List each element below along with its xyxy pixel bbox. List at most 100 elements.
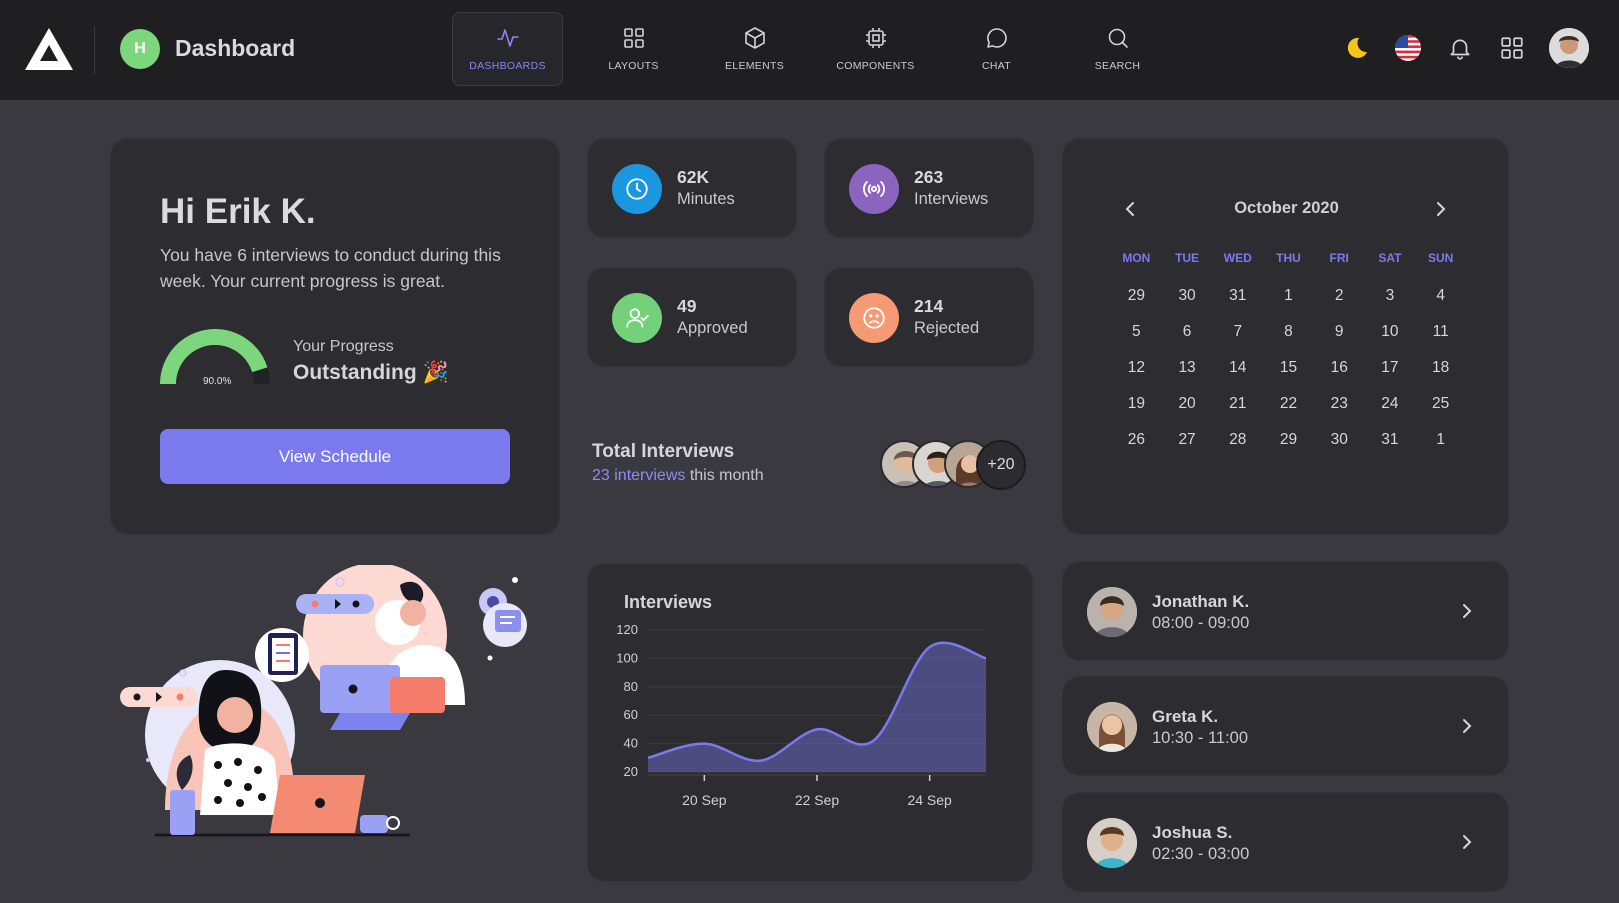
interviews-count-link[interactable]: 23 interviews <box>592 467 685 484</box>
calendar-day[interactable]: 27 <box>1162 423 1213 459</box>
user-photo <box>1549 28 1589 68</box>
calendar-day[interactable]: 19 <box>1111 387 1162 423</box>
calendar-day[interactable]: 7 <box>1212 315 1263 351</box>
page-title: Dashboard <box>175 35 296 61</box>
calendar-day[interactable]: 23 <box>1314 387 1365 423</box>
workspace-avatar[interactable]: H <box>120 29 160 69</box>
notifications-button[interactable] <box>1445 33 1475 63</box>
calendar-day[interactable]: 28 <box>1212 423 1263 459</box>
calendar-day[interactable]: 25 <box>1415 387 1466 423</box>
calendar-day[interactable]: 4 <box>1415 279 1466 315</box>
more-avatars-count[interactable]: +20 <box>976 440 1026 490</box>
chip-icon <box>865 28 886 48</box>
weekday-header: TUE <box>1175 251 1200 265</box>
calendar-day[interactable]: 6 <box>1162 315 1213 351</box>
person-name: Joshua S. <box>1152 823 1233 842</box>
app-logo-icon[interactable] <box>25 28 73 70</box>
stat-value: 214 <box>914 296 944 316</box>
calendar-day[interactable]: 17 <box>1365 351 1416 387</box>
total-interviews-title: Total Interviews <box>592 441 735 462</box>
stat-card-minutes[interactable]: 62K Minutes <box>587 138 797 238</box>
calendar-day[interactable]: 29 <box>1111 279 1162 315</box>
calendar-day[interactable]: 10 <box>1365 315 1416 351</box>
calendar-day[interactable]: 9 <box>1314 315 1365 351</box>
calendar-grid: MON TUE WED THU FRI SAT SUN 29 30 31 1 2 3 4 5 6 7 8 9 10 11… <box>1111 251 1466 459</box>
person-time: 02:30 - 03:00 <box>1152 845 1250 863</box>
view-schedule-button[interactable]: View Schedule <box>160 429 510 484</box>
stat-icon-circle <box>849 293 899 343</box>
y-tick-label: 120 <box>616 622 638 637</box>
calendar-day[interactable]: 1 <box>1263 279 1314 315</box>
welcome-card: Hi Erik K. You have 6 interviews to cond… <box>110 138 560 535</box>
calendar-day[interactable]: 2 <box>1314 279 1365 315</box>
chevron-right-icon[interactable] <box>1456 600 1478 622</box>
broadcast-icon <box>863 181 885 197</box>
calendar-day[interactable]: 21 <box>1212 387 1263 423</box>
nav-components[interactable]: COMPONENTS <box>815 12 936 86</box>
chevron-right-icon[interactable] <box>1430 199 1450 219</box>
calendar-day[interactable]: 22 <box>1263 387 1314 423</box>
stat-label: Rejected <box>914 319 980 337</box>
language-selector[interactable] <box>1393 33 1423 63</box>
theme-toggle[interactable] <box>1341 33 1371 63</box>
calendar-day[interactable]: 11 <box>1415 315 1466 351</box>
nav-search[interactable]: SEARCH <box>1057 12 1178 86</box>
nav-label: DASHBOARDS <box>469 60 546 72</box>
calendar-day[interactable]: 30 <box>1314 423 1365 459</box>
search-icon <box>1108 28 1128 48</box>
stat-value: 263 <box>914 167 944 187</box>
nav-layouts[interactable]: LAYOUTS <box>573 12 694 86</box>
y-tick-label: 40 <box>624 736 638 751</box>
calendar-day[interactable]: 26 <box>1111 423 1162 459</box>
calendar-day[interactable]: 31 <box>1365 423 1416 459</box>
calendar-day[interactable]: 14 <box>1212 351 1263 387</box>
interviews-suffix: this month <box>685 467 764 484</box>
nav-label: COMPONENTS <box>836 60 915 72</box>
stat-card-approved[interactable]: 49 Approved <box>587 267 797 367</box>
nav-label: LAYOUTS <box>608 60 659 72</box>
weekday-header: SAT <box>1378 251 1402 265</box>
user-avatar[interactable] <box>1549 28 1589 68</box>
person-time: 08:00 - 09:00 <box>1152 614 1250 632</box>
schedule-item[interactable]: Jonathan K. 08:00 - 09:00 <box>1062 561 1509 661</box>
chevron-right-icon[interactable] <box>1456 715 1478 737</box>
calendar-day[interactable]: 30 <box>1162 279 1213 315</box>
schedule-item[interactable]: Joshua S. 02:30 - 03:00 <box>1062 792 1509 892</box>
stat-card-rejected[interactable]: 214 Rejected <box>824 267 1034 367</box>
x-tick-label: 24 Sep <box>907 792 952 808</box>
weekday-header: FRI <box>1329 251 1349 265</box>
calendar-day[interactable]: 15 <box>1263 351 1314 387</box>
nav-chat[interactable]: CHAT <box>936 12 1057 86</box>
calendar-day[interactable]: 31 <box>1212 279 1263 315</box>
grid-icon <box>623 28 644 48</box>
header-actions <box>1341 28 1589 68</box>
interviewer-avatar-stack[interactable]: +20 <box>880 440 1028 490</box>
schedule-item[interactable]: Greta K. 10:30 - 11:00 <box>1062 676 1509 776</box>
chevron-right-icon[interactable] <box>1456 831 1478 853</box>
header-divider <box>94 26 95 74</box>
calendar-day[interactable]: 20 <box>1162 387 1213 423</box>
calendar-day[interactable]: 8 <box>1263 315 1314 351</box>
progress-label: Your Progress <box>293 338 394 355</box>
apps-button[interactable] <box>1497 33 1527 63</box>
user-check-icon <box>626 308 649 328</box>
nav-elements[interactable]: ELEMENTS <box>694 12 815 86</box>
x-tick-label: 20 Sep <box>682 792 727 808</box>
calendar-day[interactable]: 13 <box>1162 351 1213 387</box>
avatar <box>1087 702 1137 752</box>
stat-value: 62K <box>677 167 710 187</box>
calendar-day[interactable]: 1 <box>1415 423 1466 459</box>
calendar-day[interactable]: 18 <box>1415 351 1466 387</box>
calendar-day[interactable]: 3 <box>1365 279 1416 315</box>
chat-bubble-icon <box>986 28 1007 48</box>
interviews-area-chart[interactable]: 20 40 60 80 100 120 20 Sep 22 Sep 24 Sep <box>588 564 1034 883</box>
stat-label: Interviews <box>914 190 989 208</box>
stat-card-interviews[interactable]: 263 Interviews <box>824 138 1034 238</box>
calendar-day[interactable]: 24 <box>1365 387 1416 423</box>
calendar-day[interactable]: 29 <box>1263 423 1314 459</box>
calendar-day[interactable]: 12 <box>1111 351 1162 387</box>
calendar-day[interactable]: 5 <box>1111 315 1162 351</box>
calendar-day[interactable]: 16 <box>1314 351 1365 387</box>
x-tick-label: 22 Sep <box>795 792 840 808</box>
nav-dashboards[interactable]: DASHBOARDS <box>452 12 563 86</box>
